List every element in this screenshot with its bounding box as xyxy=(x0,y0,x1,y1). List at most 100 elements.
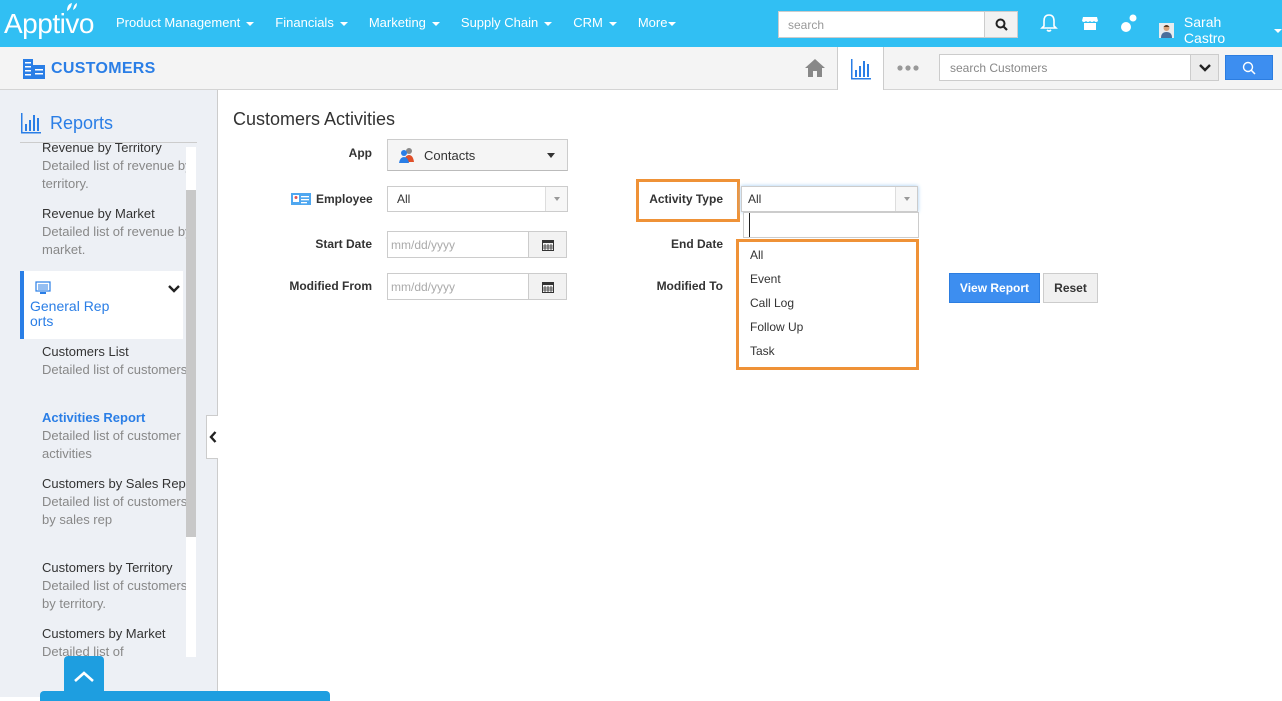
activity-type-options: All Event Call Log Follow Up Task xyxy=(736,239,919,370)
caret-down-icon xyxy=(668,21,677,26)
store-icon xyxy=(1082,17,1098,30)
search-icon xyxy=(995,18,1008,31)
report-item[interactable]: Revenue by Territory Detailed list of re… xyxy=(42,143,192,193)
reports-heading: Reports xyxy=(20,112,113,134)
menu-financials[interactable]: Financials xyxy=(275,15,348,30)
caret-down-icon xyxy=(246,21,255,26)
reset-button[interactable]: Reset xyxy=(1043,273,1098,303)
report-title: Revenue by Territory xyxy=(42,143,162,155)
user-menu[interactable]: Sarah Castro xyxy=(1159,14,1282,46)
start-date-calendar-button[interactable] xyxy=(528,232,566,257)
calendar-icon xyxy=(541,239,554,251)
bar-chart-icon xyxy=(21,113,41,134)
general-reports-label: General Rep orts xyxy=(30,298,110,329)
customer-search-button[interactable] xyxy=(1225,55,1273,80)
app-select[interactable]: Contacts xyxy=(387,139,568,171)
chevron-down-icon[interactable] xyxy=(168,285,180,293)
customers-building-icon xyxy=(23,59,45,79)
caret-down-icon xyxy=(544,21,553,26)
report-item-active[interactable]: Activities Report Detailed list of custo… xyxy=(42,409,192,463)
chevron-down-icon xyxy=(1198,63,1211,72)
monitor-icon xyxy=(35,281,51,294)
caret-down-icon xyxy=(431,21,440,26)
report-item[interactable]: Customers by Sales Rep Detailed list of … xyxy=(42,475,192,529)
store-button[interactable] xyxy=(1080,13,1100,33)
caret-down-icon xyxy=(608,21,617,26)
bottom-panel-bar[interactable] xyxy=(40,691,330,701)
report-title: Customers by Territory xyxy=(42,560,173,575)
menu-marketing[interactable]: Marketing xyxy=(369,15,440,30)
home-icon xyxy=(805,59,825,77)
reports-button[interactable] xyxy=(837,47,884,90)
search-filter-dropdown[interactable] xyxy=(1190,55,1218,80)
collapse-sidebar-button[interactable] xyxy=(206,415,218,459)
modified-to-label: Modified To xyxy=(656,279,723,293)
chevron-left-icon xyxy=(208,431,216,443)
activity-type-search-input[interactable] xyxy=(749,213,910,237)
option-follow-up[interactable]: Follow Up xyxy=(750,320,803,334)
option-call-log[interactable]: Call Log xyxy=(750,296,794,310)
modified-from-label: Modified From xyxy=(289,279,372,293)
contacts-icon xyxy=(399,148,414,163)
main-menu: Product Management Financials Marketing … xyxy=(116,15,697,30)
menu-supply-chain[interactable]: Supply Chain xyxy=(460,15,553,30)
menu-more[interactable]: More xyxy=(638,15,677,30)
caret-down-icon xyxy=(339,21,348,26)
menu-product-management[interactable]: Product Management xyxy=(116,15,255,30)
customer-search xyxy=(939,54,1219,81)
caret-down-icon xyxy=(553,197,560,201)
start-date-input[interactable] xyxy=(388,232,528,257)
modified-from-calendar-button[interactable] xyxy=(528,274,566,299)
report-item[interactable]: Customers List Detailed list of customer… xyxy=(42,343,192,379)
menu-label: More xyxy=(637,15,668,30)
report-item[interactable]: Customers by Market Detailed list of xyxy=(42,625,192,657)
employee-select-arrow xyxy=(545,187,567,211)
modified-from-input[interactable] xyxy=(388,274,528,299)
employee-select-value: All xyxy=(397,192,411,206)
report-title: Customers List xyxy=(42,344,129,359)
app-label: App xyxy=(348,146,372,160)
menu-crm[interactable]: CRM xyxy=(573,15,617,30)
report-title: Customers by Market xyxy=(42,626,166,641)
sidebar-scrollbar-thumb[interactable] xyxy=(186,190,196,537)
global-search-button[interactable] xyxy=(984,12,1017,37)
activity-type-select[interactable]: All xyxy=(741,186,918,212)
menu-label: Marketing xyxy=(368,15,426,30)
general-reports-group[interactable]: General Rep orts xyxy=(20,271,183,339)
activity-type-select-arrow xyxy=(895,187,917,211)
chevron-up-icon xyxy=(74,670,94,682)
option-all[interactable]: All xyxy=(750,248,763,262)
reports-heading-text: Reports xyxy=(50,112,114,133)
report-title: Revenue by Market xyxy=(42,206,155,221)
report-desc: Detailed list of customers xyxy=(42,362,188,377)
employee-select[interactable]: All xyxy=(387,186,568,212)
menu-label: Financials xyxy=(275,15,334,30)
report-desc: Detailed list of revenue by territory. xyxy=(42,158,192,191)
menu-label: Supply Chain xyxy=(460,15,539,30)
avatar xyxy=(1159,22,1174,38)
global-search xyxy=(778,11,1018,38)
report-desc: Detailed list of customer activities xyxy=(42,428,181,461)
caret-down-icon xyxy=(547,152,555,158)
report-desc: Detailed list of customers by sales rep xyxy=(42,494,188,527)
modified-from-field xyxy=(387,273,567,300)
top-nav-bar: Apptivo Product Management Financials Ma… xyxy=(0,0,1282,47)
report-item[interactable]: Customers by Territory Detailed list of … xyxy=(42,559,192,613)
global-search-input[interactable] xyxy=(779,12,984,37)
report-list: Revenue by Territory Detailed list of re… xyxy=(20,143,197,657)
option-event[interactable]: Event xyxy=(750,272,781,286)
more-options-button[interactable] xyxy=(884,47,932,89)
apptivo-logo[interactable]: Apptivo xyxy=(4,8,94,40)
chat-button[interactable] xyxy=(1119,13,1139,33)
app-title[interactable]: CUSTOMERS xyxy=(22,58,156,80)
activity-type-select-value: All xyxy=(748,192,762,206)
option-task[interactable]: Task xyxy=(750,344,775,358)
notifications-button[interactable] xyxy=(1039,13,1059,33)
home-button[interactable] xyxy=(793,47,837,89)
menu-label: Product Management xyxy=(116,15,241,30)
customer-search-input[interactable] xyxy=(940,55,1190,80)
start-date-field xyxy=(387,231,567,258)
view-report-button[interactable]: View Report xyxy=(949,273,1040,303)
end-date-label: End Date xyxy=(670,237,723,251)
report-item[interactable]: Revenue by Market Detailed list of reven… xyxy=(42,205,192,259)
